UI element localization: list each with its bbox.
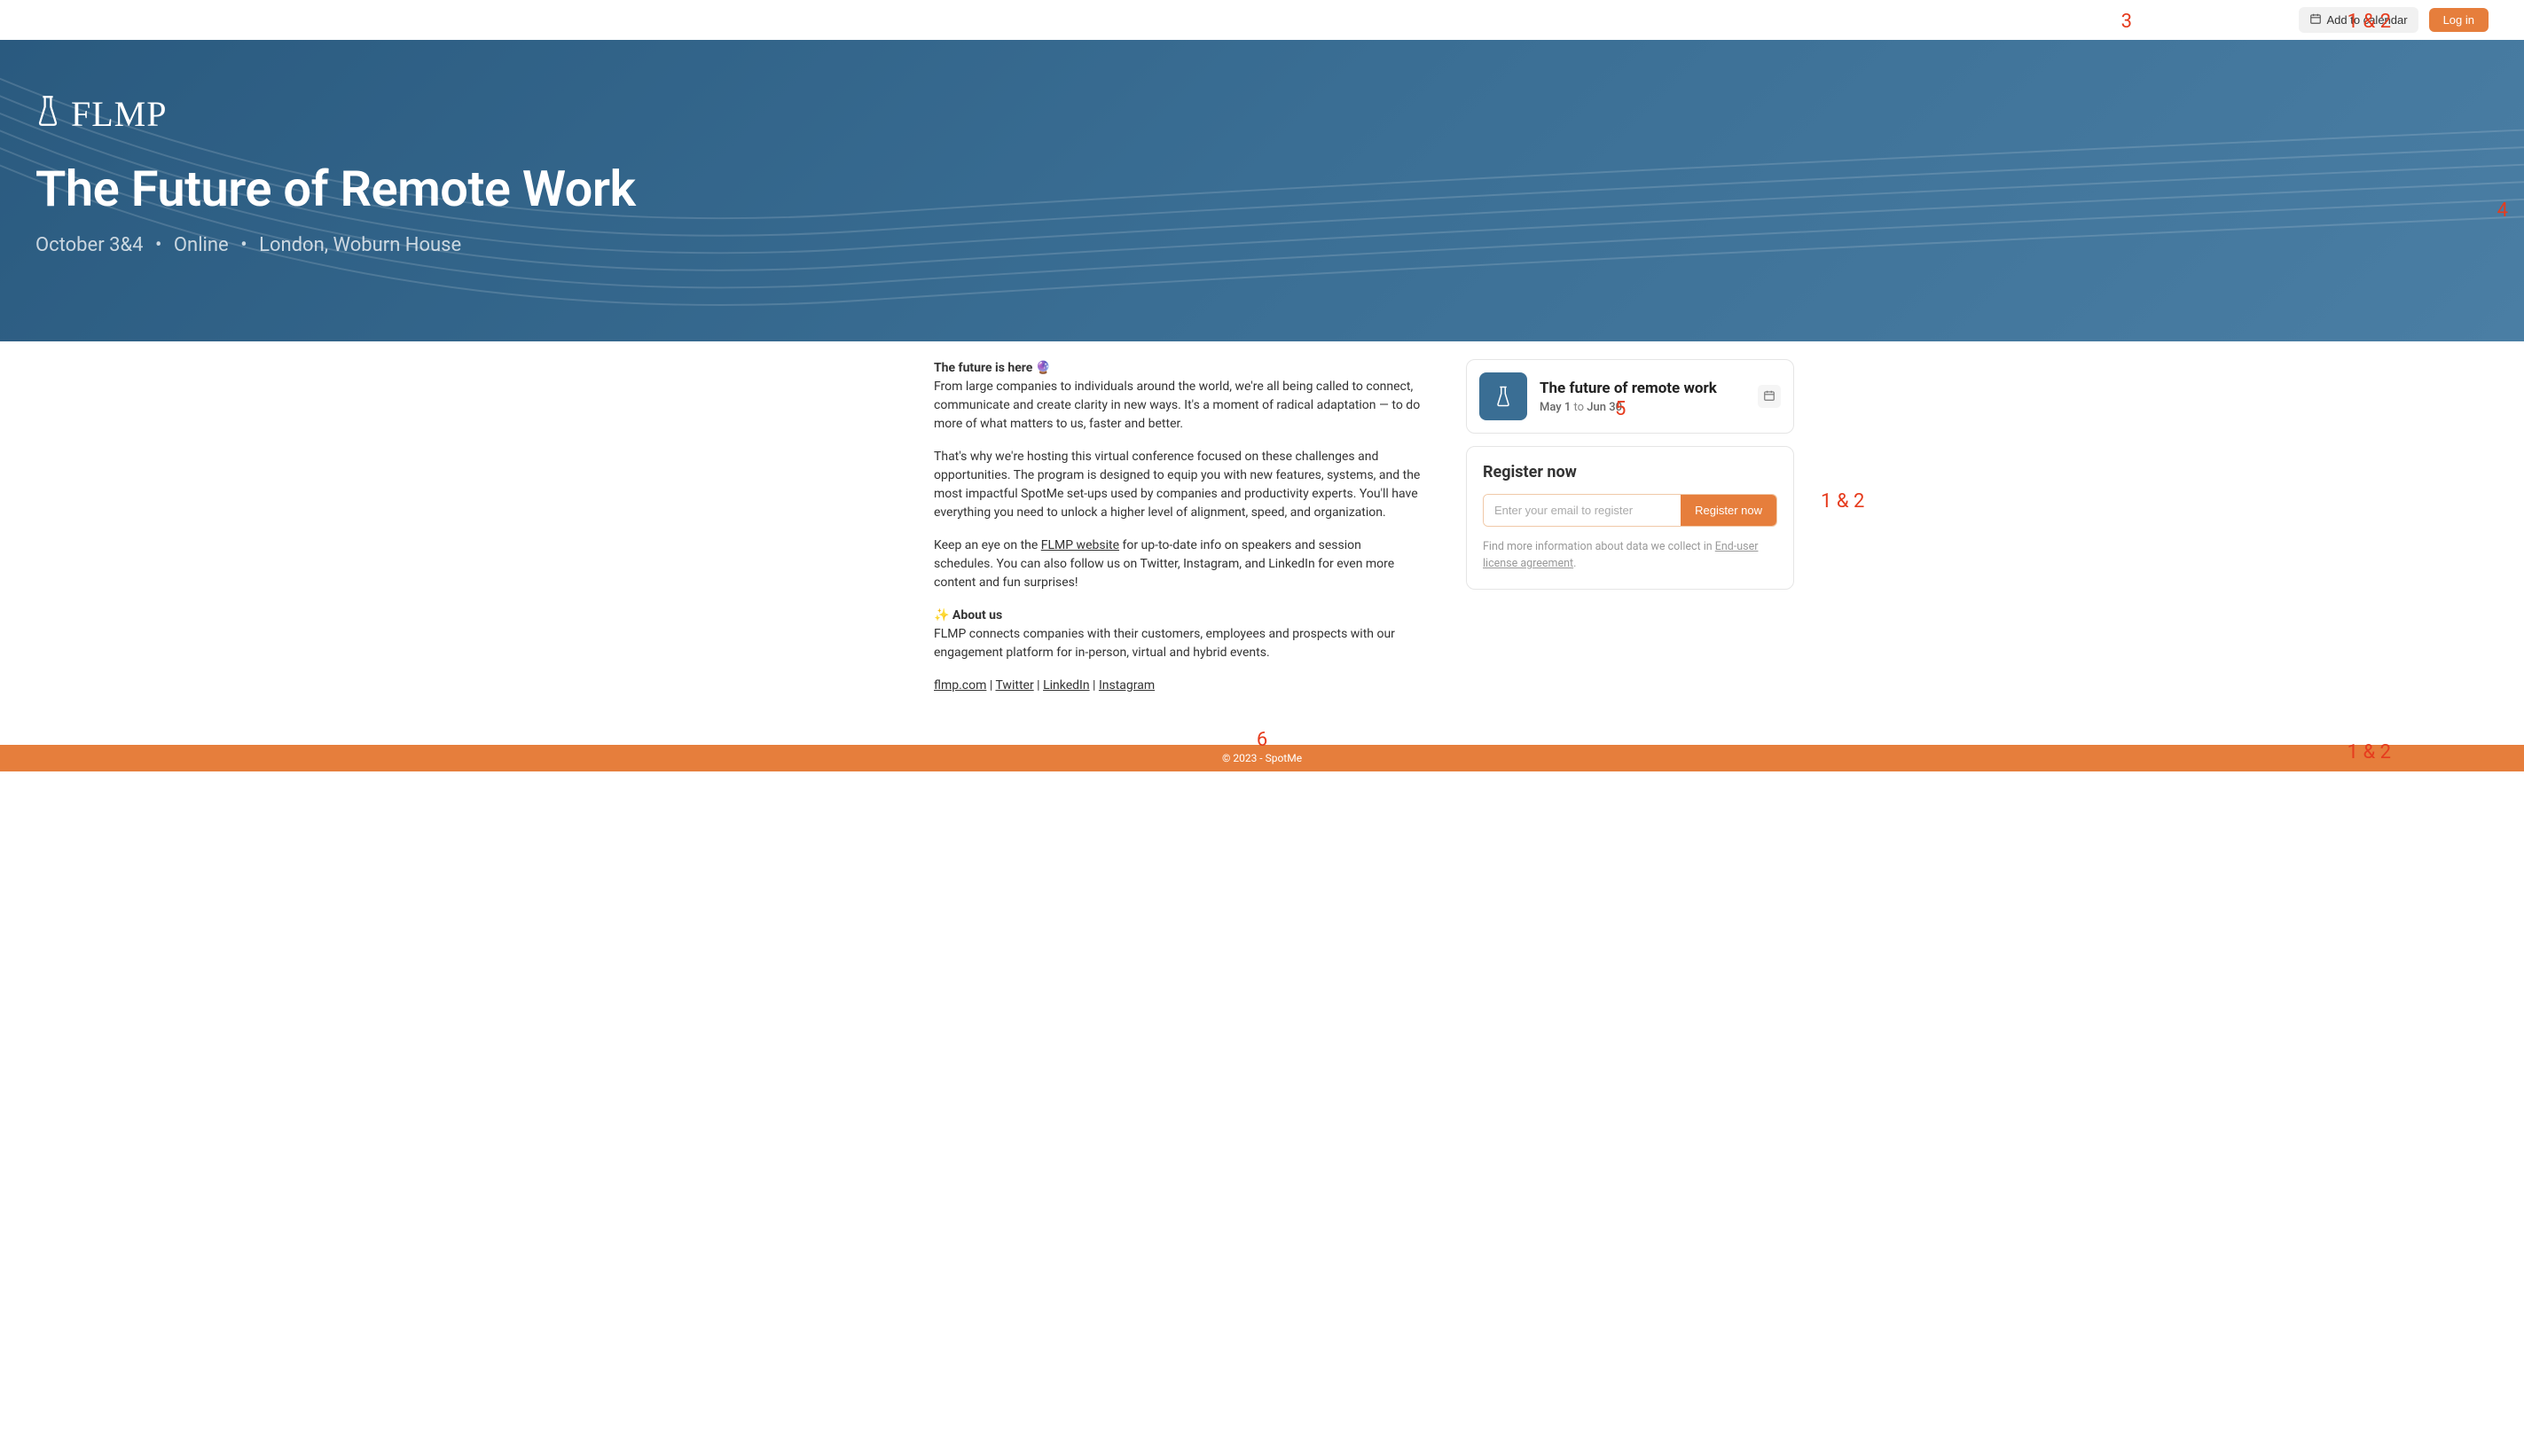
main-content: The future is here 🔮 From large companie… bbox=[730, 341, 1794, 745]
add-to-calendar-button[interactable]: Add to calendar bbox=[2299, 7, 2418, 33]
register-email-input[interactable] bbox=[1484, 495, 1681, 526]
annotation-1-2-b: 1 & 2 bbox=[1821, 490, 1864, 513]
calendar-icon bbox=[2309, 12, 2322, 27]
site-link[interactable]: flmp.com bbox=[934, 678, 986, 693]
body-heading-1: The future is here bbox=[934, 361, 1032, 375]
event-calendar-button[interactable] bbox=[1758, 385, 1781, 408]
register-info-pre: Find more information about data we coll… bbox=[1483, 540, 1715, 553]
social-links: flmp.com | Twitter | LinkedIn | Instagra… bbox=[934, 677, 1422, 695]
hero-logo-text: FLMP bbox=[71, 93, 168, 135]
content-body: The future is here 🔮 From large companie… bbox=[925, 359, 1431, 709]
calendar-icon bbox=[1763, 389, 1775, 404]
footer: © 2023 - SpotMe bbox=[0, 745, 2524, 771]
annotation-4: 4 bbox=[2497, 200, 2508, 222]
register-input-row: Register now bbox=[1483, 494, 1777, 527]
body-heading-2: About us bbox=[949, 608, 1002, 622]
topbar: Add to calendar Log in bbox=[0, 0, 2524, 40]
flask-icon bbox=[35, 95, 60, 134]
event-date-start: May 1 bbox=[1540, 401, 1571, 414]
add-to-calendar-label: Add to calendar bbox=[2327, 13, 2408, 27]
twitter-link[interactable]: Twitter bbox=[995, 678, 1033, 693]
hero-logo: FLMP bbox=[35, 93, 2489, 135]
hero-banner: FLMP The Future of Remote Work October 3… bbox=[0, 40, 2524, 341]
event-date-end: Jun 30 bbox=[1587, 401, 1622, 414]
event-thumbnail bbox=[1479, 372, 1527, 420]
footer-text: © 2023 - SpotMe bbox=[1222, 752, 1302, 764]
register-title: Register now bbox=[1483, 463, 1777, 481]
event-date-to: to bbox=[1571, 401, 1587, 414]
register-info-post: . bbox=[1573, 557, 1576, 570]
sparkles-emoji: ✨ bbox=[934, 608, 949, 622]
event-card-dates: May 1 to Jun 30 bbox=[1540, 401, 1745, 414]
flmp-website-link[interactable]: FLMP website bbox=[1041, 538, 1119, 552]
register-now-button[interactable]: Register now bbox=[1681, 495, 1776, 526]
body-para-3-pre: Keep an eye on the bbox=[934, 538, 1041, 552]
topbar-right: Add to calendar Log in bbox=[2299, 7, 2489, 33]
separator-dot: • bbox=[240, 234, 247, 256]
hero-title: The Future of Remote Work bbox=[35, 160, 2489, 218]
body-para-1: From large companies to individuals arou… bbox=[934, 380, 1420, 431]
separator-dot: • bbox=[155, 234, 161, 256]
hero-date: October 3&4 bbox=[35, 234, 144, 256]
hero-location: London, Woburn House bbox=[259, 234, 461, 256]
register-info-text: Find more information about data we coll… bbox=[1483, 539, 1777, 573]
linkedin-link[interactable]: LinkedIn bbox=[1043, 678, 1090, 693]
event-card-title: The future of remote work bbox=[1540, 380, 1745, 397]
sidebar: The future of remote work May 1 to Jun 3… bbox=[1466, 359, 1794, 709]
instagram-link[interactable]: Instagram bbox=[1099, 678, 1155, 693]
body-para-4: FLMP connects companies with their custo… bbox=[934, 627, 1395, 660]
register-card: Register now Register now Find more info… bbox=[1466, 446, 1794, 590]
event-info: The future of remote work May 1 to Jun 3… bbox=[1540, 380, 1745, 414]
event-card: The future of remote work May 1 to Jun 3… bbox=[1466, 359, 1794, 434]
hero-meta: October 3&4 • Online • London, Woburn Ho… bbox=[35, 234, 2489, 256]
crystal-ball-emoji: 🔮 bbox=[1036, 361, 1051, 375]
body-para-2: That's why we're hosting this virtual co… bbox=[934, 448, 1422, 522]
hero-format: Online bbox=[174, 234, 229, 256]
login-button[interactable]: Log in bbox=[2429, 8, 2489, 32]
